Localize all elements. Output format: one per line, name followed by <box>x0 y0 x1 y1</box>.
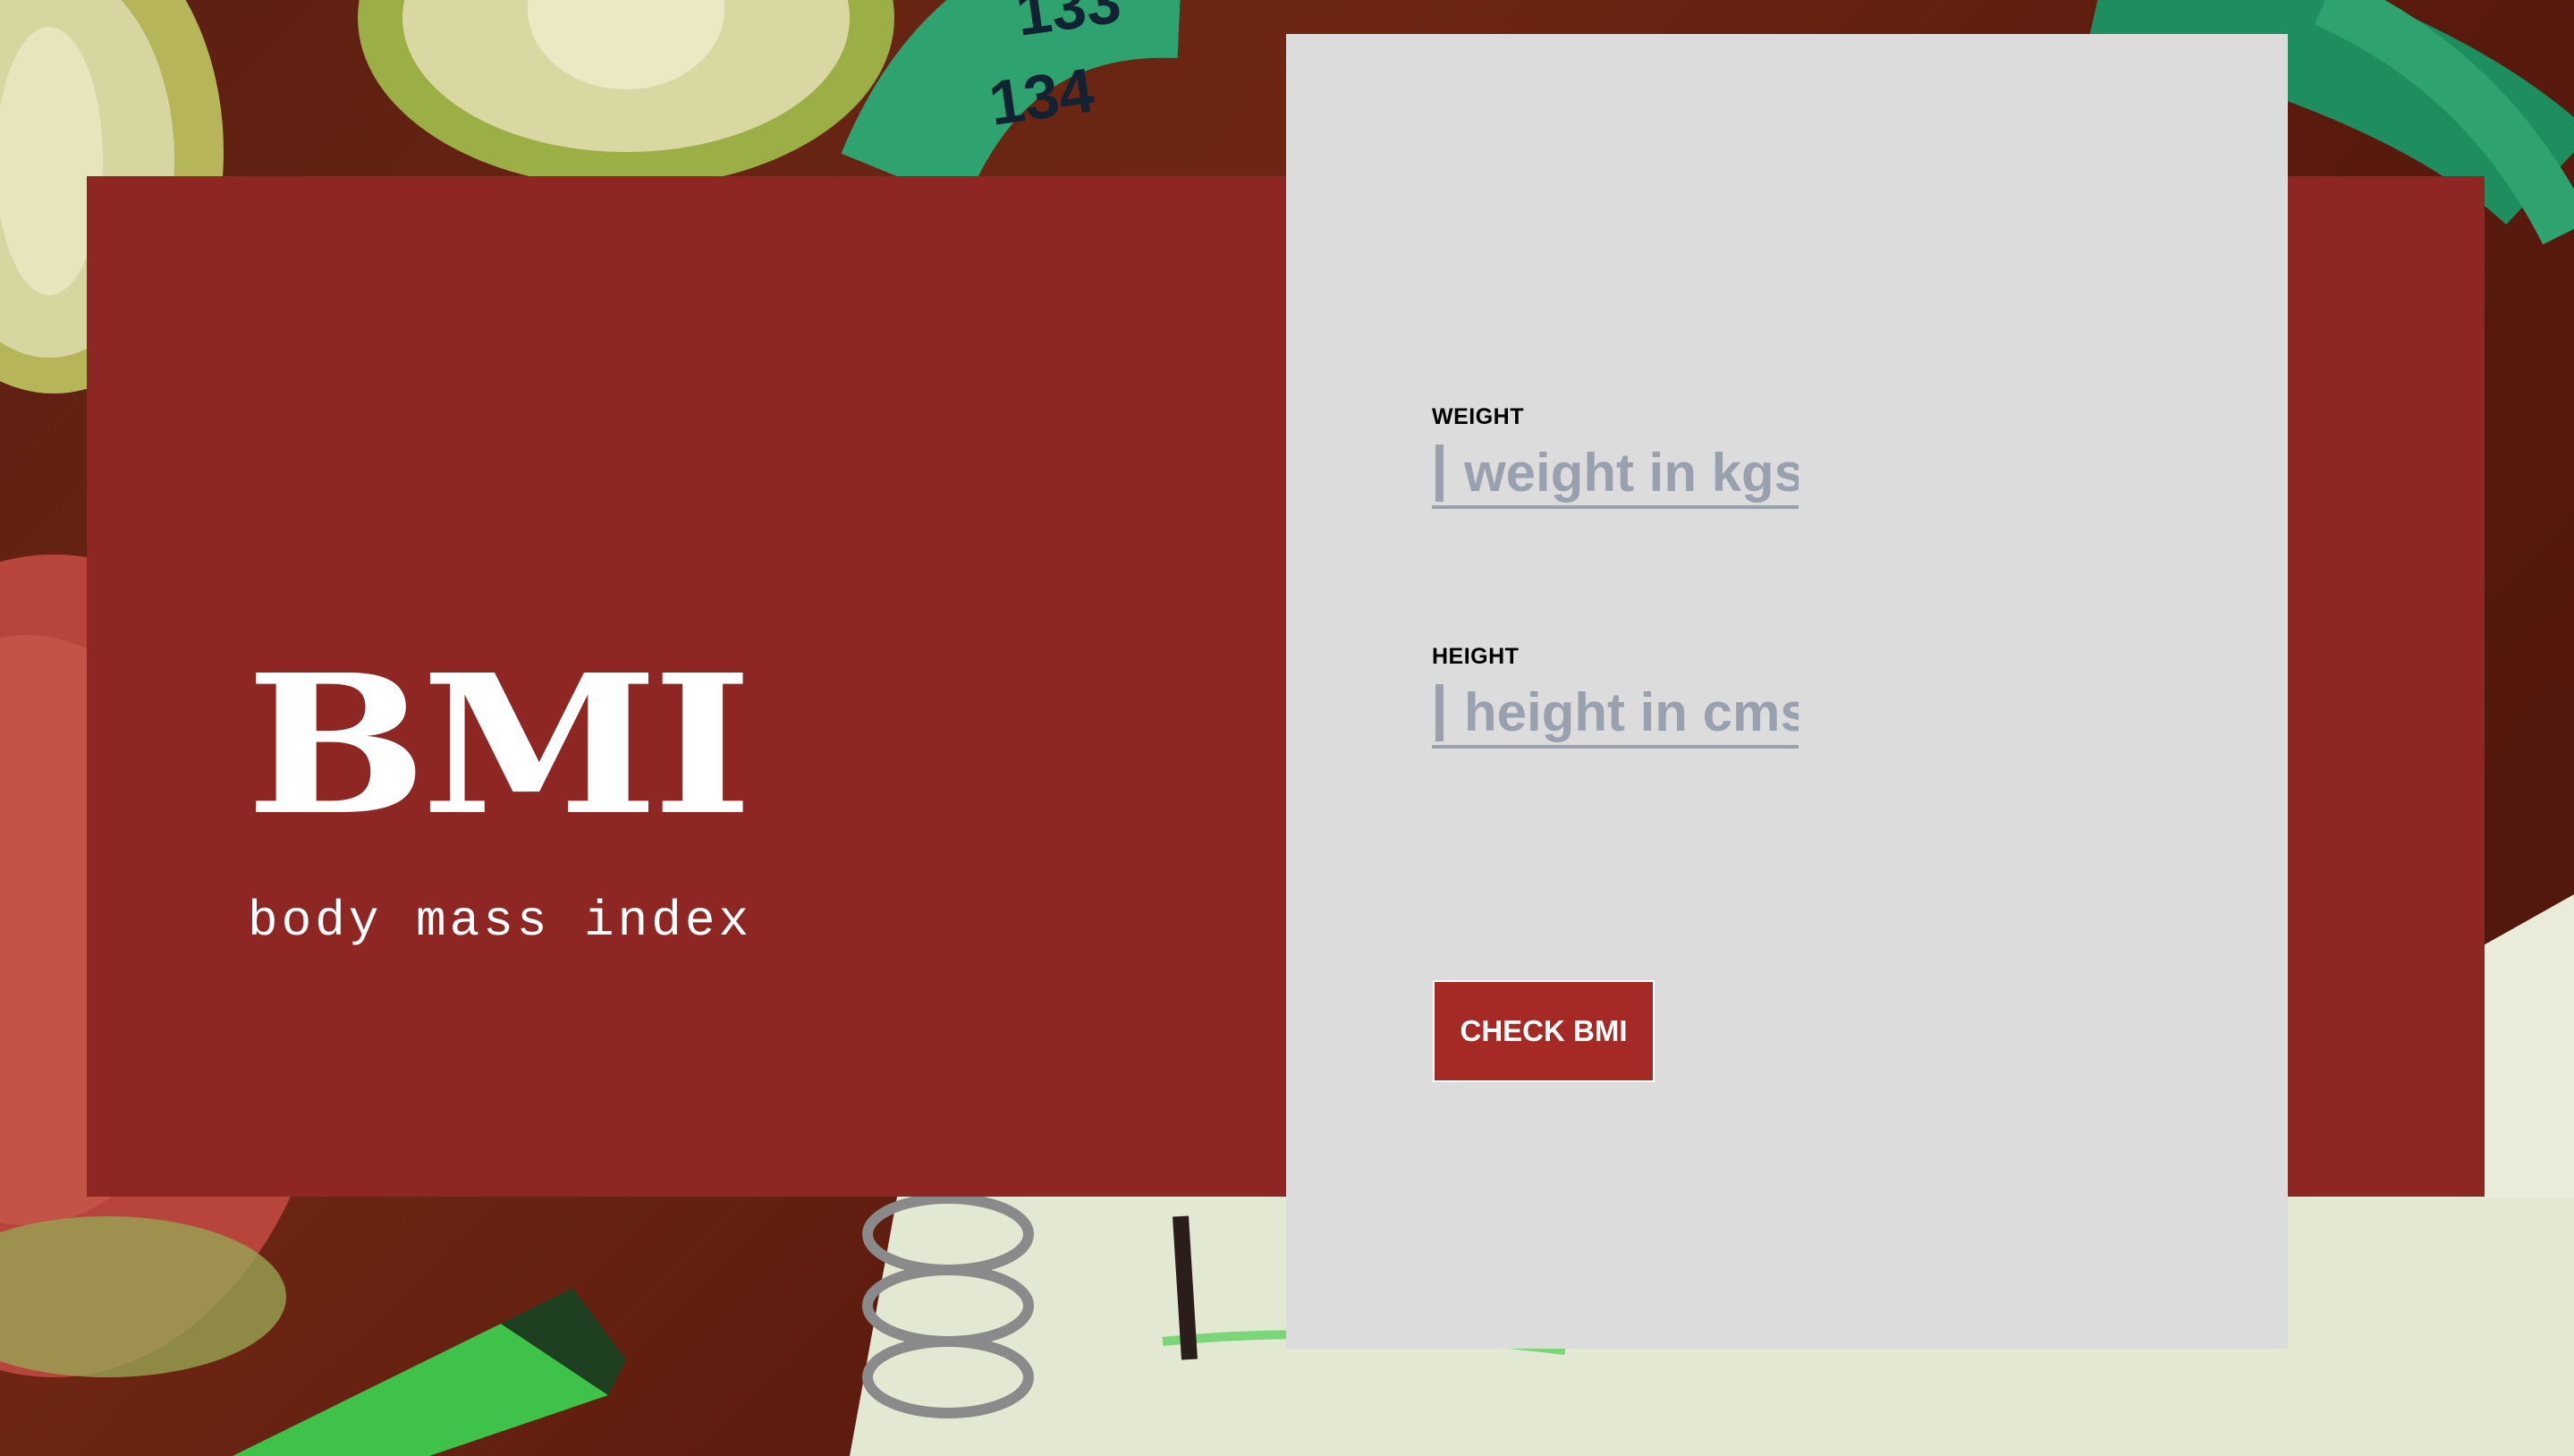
bmi-form-card: WEIGHT HEIGHT CHECK BMI <box>1286 34 2288 1349</box>
height-label: HEIGHT <box>1432 644 1520 669</box>
height-input-wrapper <box>1432 681 1799 749</box>
svg-text:134: 134 <box>985 55 1098 139</box>
height-input[interactable] <box>1464 681 1799 743</box>
check-bmi-button[interactable]: CHECK BMI <box>1433 980 1655 1082</box>
text-cursor-indicator <box>1435 684 1444 741</box>
weight-label: WEIGHT <box>1432 404 1524 429</box>
height-field: HEIGHT <box>1432 646 1799 749</box>
weight-input[interactable] <box>1464 441 1799 504</box>
page-subtitle: body mass index <box>248 893 753 950</box>
page-title: BMI <box>246 633 753 858</box>
marker-image <box>233 1288 626 1456</box>
weight-field: WEIGHT <box>1432 406 1799 509</box>
text-cursor-indicator <box>1435 444 1444 502</box>
weight-input-wrapper <box>1432 441 1799 509</box>
